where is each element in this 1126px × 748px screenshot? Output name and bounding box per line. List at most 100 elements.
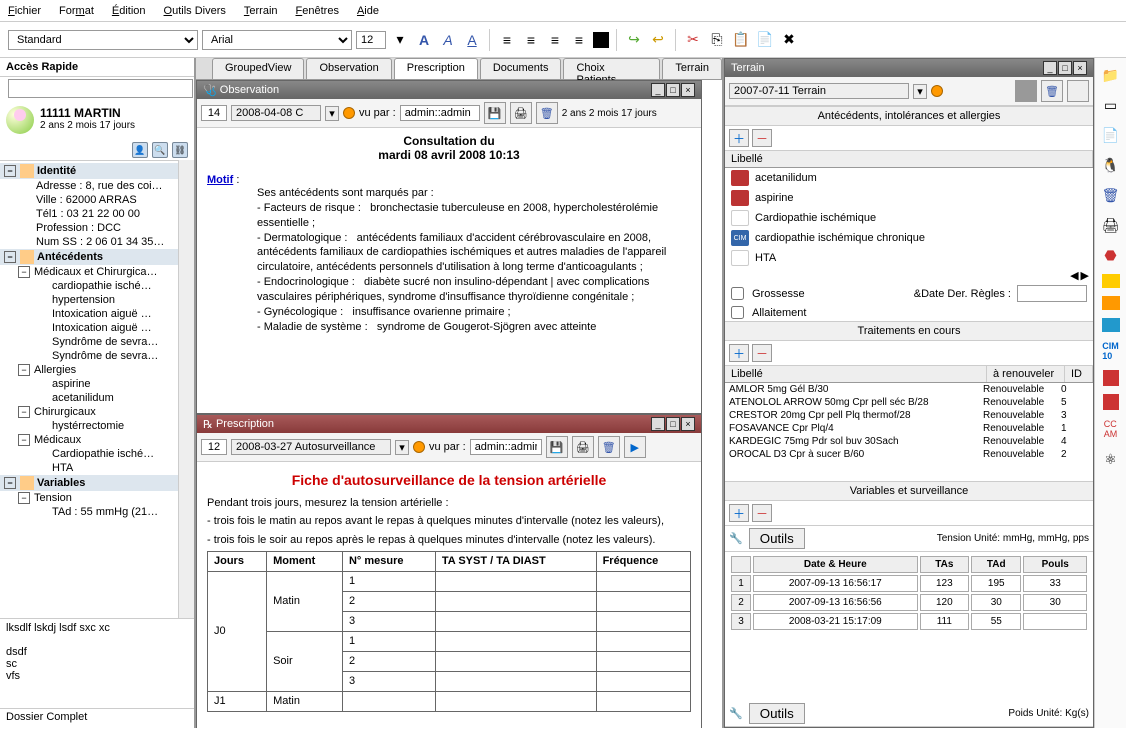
undo-icon[interactable]: ↩ [648, 30, 668, 50]
close-icon[interactable]: × [1073, 61, 1087, 75]
tree-item[interactable]: Syndrôme de sevra… [0, 335, 178, 349]
save-icon[interactable]: 💾 [484, 102, 506, 124]
tree-identite[interactable]: Identité [37, 165, 76, 177]
add-icon[interactable]: ＋ [729, 504, 749, 522]
menu-outils[interactable]: Outils Divers [164, 5, 226, 17]
card2-icon[interactable] [1102, 296, 1120, 310]
outils-icon[interactable]: 🔧 [729, 532, 743, 545]
obs-user[interactable] [400, 105, 480, 121]
menu-format[interactable]: Format [59, 5, 94, 17]
grossesse-checkbox[interactable] [731, 287, 744, 300]
tree-item[interactable]: hystérrectomie [0, 419, 178, 433]
delete-icon[interactable]: 🗑 [1041, 80, 1063, 102]
delete-icon[interactable]: 🗑 [536, 102, 558, 124]
cim10-icon[interactable]: CIM10 [1100, 340, 1122, 362]
tree-item[interactable]: Num SS : 2 06 01 34 35… [0, 235, 178, 249]
tree-item[interactable]: acetanilidum [0, 391, 178, 405]
vidal-icon[interactable] [1103, 394, 1119, 410]
tree-item[interactable]: HTA [0, 461, 178, 475]
card-icon[interactable] [1102, 274, 1120, 288]
outils-button[interactable]: Outils [749, 703, 805, 724]
tree-item[interactable]: Tél1 : 03 21 22 00 00 [0, 207, 178, 221]
save-icon[interactable]: 💾 [546, 436, 568, 458]
delete-icon[interactable]: 🗑 [598, 436, 620, 458]
trash-icon[interactable]: 🗑 [1100, 184, 1122, 206]
minimize-icon[interactable]: _ [651, 417, 665, 431]
notes-area[interactable]: lksdlf lskdj lsdf sxc xc dsdf sc vfs [0, 618, 194, 708]
tree-item[interactable]: Médicaux [34, 434, 81, 446]
paste-icon[interactable]: 📋 [731, 30, 751, 50]
tab-observation[interactable]: Observation [306, 58, 391, 79]
obs-date-button[interactable]: 2008-04-08 C [231, 105, 321, 121]
collapse-icon[interactable]: − [18, 266, 30, 278]
presc-date-button[interactable]: 2008-03-27 Autosurveillance [231, 439, 391, 455]
patient-action1-icon[interactable]: 👤 [132, 142, 148, 158]
fontsize-dropdown[interactable]: ▾ [390, 30, 410, 50]
terrain-date-button[interactable]: 2007-07-11 Terrain [729, 83, 909, 99]
date-regles-input[interactable] [1017, 285, 1087, 302]
maximize-icon[interactable]: □ [666, 417, 680, 431]
red-badge-icon[interactable] [1103, 370, 1119, 386]
ccam-icon[interactable]: CCAM [1100, 418, 1122, 440]
dropdown-icon[interactable]: ▾ [913, 84, 927, 99]
tab-documents[interactable]: Documents [480, 58, 562, 79]
minimize-icon[interactable]: _ [651, 83, 665, 97]
print-icon[interactable]: 🖨 [510, 102, 532, 124]
dropdown-icon[interactable]: ▾ [395, 440, 409, 455]
tree-scrollbar[interactable] [178, 160, 194, 618]
tree-item[interactable]: hypertension [0, 293, 178, 307]
tree-item[interactable]: Médicaux et Chirurgica… [34, 266, 158, 278]
molecule-icon[interactable]: ⚛ [1100, 448, 1122, 470]
remove-icon[interactable]: － [752, 129, 772, 147]
doc-icon[interactable]: 📄 [1100, 124, 1122, 146]
collapse-icon[interactable]: − [4, 251, 16, 263]
allaitement-checkbox[interactable] [731, 306, 744, 319]
add-icon[interactable]: ＋ [729, 344, 749, 362]
menu-edition[interactable]: Édition [112, 5, 146, 17]
tree-item[interactable]: Ville : 62000 ARRAS [0, 193, 178, 207]
presc-number[interactable] [201, 439, 227, 455]
collapse-icon[interactable]: − [18, 364, 30, 376]
record-icon[interactable] [931, 85, 943, 97]
tree-item[interactable]: Adresse : 8, rue des coi… [0, 179, 178, 193]
presc-user[interactable] [470, 439, 542, 455]
tree-variables[interactable]: Variables [37, 477, 85, 489]
card3-icon[interactable] [1102, 318, 1120, 332]
tab-prescription[interactable]: Prescription [394, 58, 478, 79]
tree-item[interactable]: Tension [34, 492, 72, 504]
color-swatch[interactable] [593, 32, 609, 48]
tension-table[interactable]: Date & HeureTAsTAdPouls 12007-09-13 16:5… [729, 554, 1089, 632]
tree-item[interactable]: Intoxication aiguë … [0, 321, 178, 335]
bold-icon[interactable]: A [414, 30, 434, 50]
stop-icon[interactable]: ⬣ [1100, 244, 1122, 266]
patient-tree[interactable]: − Identité Adresse : 8, rue des coi… Vill… [0, 160, 178, 618]
remove-icon[interactable]: － [752, 504, 772, 522]
collapse-icon[interactable]: − [4, 165, 16, 177]
play-icon[interactable]: ▶ [624, 436, 646, 458]
italic-icon[interactable]: A [438, 30, 458, 50]
obs-number[interactable] [201, 105, 227, 121]
patient-action3-icon[interactable]: ⛓ [172, 142, 188, 158]
treatments-table[interactable]: AMLOR 5mg Gél B/30Renouvelable0 ATENOLOL… [725, 383, 1093, 461]
print-icon[interactable]: 🖨 [572, 436, 594, 458]
add-icon[interactable]: ＋ [729, 129, 749, 147]
fontsize-input[interactable] [356, 31, 386, 49]
tree-item[interactable]: Cardiopathie isché… [0, 447, 178, 461]
tree-item[interactable]: Profession : DCC [0, 221, 178, 235]
tab-choixpatients[interactable]: Choix Patients [563, 58, 660, 79]
terrain-btn3[interactable] [1067, 80, 1089, 102]
tree-item[interactable]: Allergies [34, 364, 76, 376]
copy-icon[interactable]: ⎘ [707, 30, 727, 50]
terrain-btn1[interactable] [1015, 80, 1037, 102]
folder-icon[interactable]: 📁 [1100, 64, 1122, 86]
align-left-icon[interactable]: ≡ [497, 30, 517, 50]
underline-icon[interactable]: A [462, 30, 482, 50]
patient-action2-icon[interactable]: 🔍 [152, 142, 168, 158]
minimize-icon[interactable]: _ [1043, 61, 1057, 75]
scroll-left-icon[interactable]: ◀ [1070, 269, 1078, 282]
tree-item[interactable]: TAd : 55 mmHg (21… [0, 505, 178, 519]
outils-button[interactable]: Outils [749, 528, 805, 549]
tree-item[interactable]: Intoxication aiguë … [0, 307, 178, 321]
collapse-icon[interactable]: − [18, 434, 30, 446]
tools-icon[interactable]: ✖ [779, 30, 799, 50]
